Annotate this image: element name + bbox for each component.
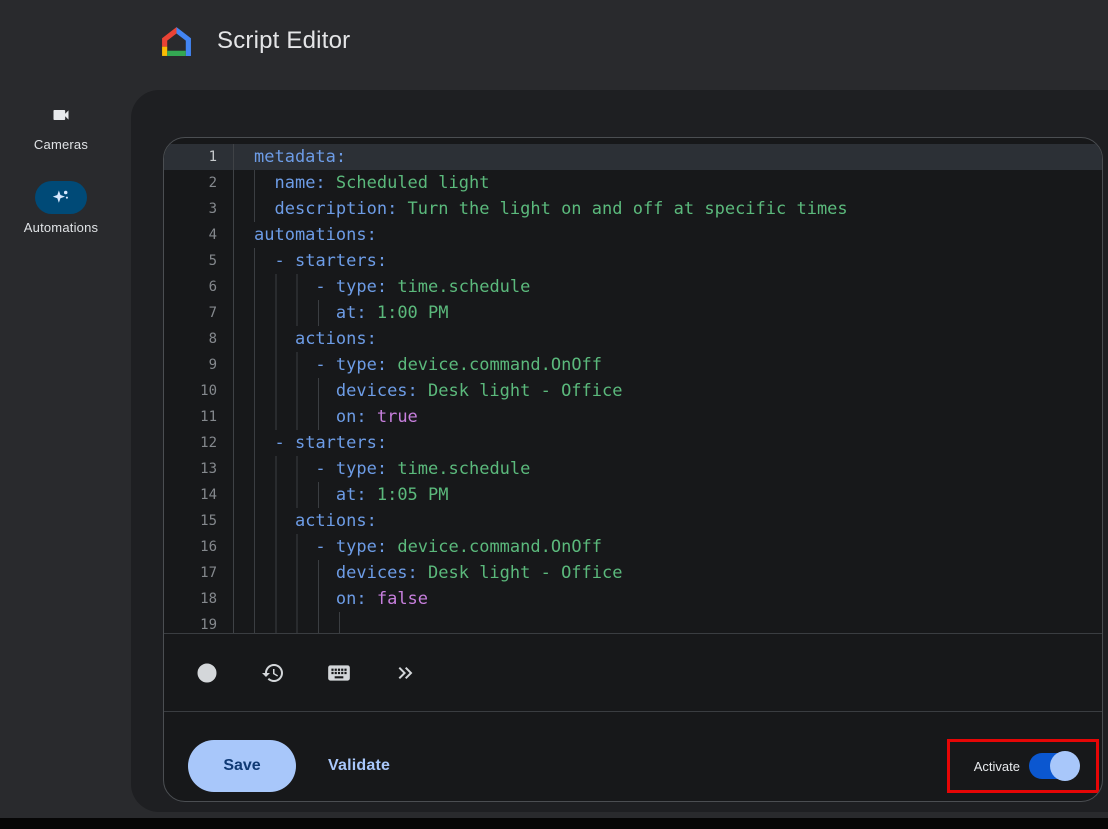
code-line-text: - type: time.schedule [234, 274, 530, 300]
code-line[interactable]: 19 [164, 612, 1102, 633]
line-number: 13 [164, 456, 234, 482]
line-number: 1 [164, 144, 234, 170]
activate-toggle[interactable] [1029, 753, 1079, 779]
line-number: 19 [164, 612, 234, 633]
history-icon [261, 661, 285, 685]
code-line-text: - type: device.command.OnOff [234, 352, 602, 378]
code-line-text: devices: Desk light - Office [234, 560, 622, 586]
sparkle-icon [51, 187, 72, 208]
sidebar-item-label: Cameras [34, 137, 88, 152]
sidebar-item-label: Automations [24, 220, 98, 235]
bottom-black-bar [0, 818, 1108, 829]
code-line-text: on: false [234, 586, 428, 612]
code-line[interactable]: 15 actions: [164, 508, 1102, 534]
code-line[interactable]: 3 description: Turn the light on and off… [164, 196, 1102, 222]
code-line[interactable]: 10 devices: Desk light - Office [164, 378, 1102, 404]
code-line-text: on: true [234, 404, 418, 430]
google-home-logo-icon [160, 25, 193, 58]
line-number: 11 [164, 404, 234, 430]
code-line-text: description: Turn the light on and off a… [234, 196, 848, 222]
activate-label: Activate [974, 759, 1020, 774]
code-line[interactable]: 5 - starters: [164, 248, 1102, 274]
main-panel: 1metadata:2 name: Scheduled light3 descr… [131, 90, 1108, 812]
code-line-text: metadata: [234, 144, 346, 170]
code-line[interactable]: 2 name: Scheduled light [164, 170, 1102, 196]
code-line[interactable]: 16 - type: device.command.OnOff [164, 534, 1102, 560]
videocam-icon [51, 105, 71, 125]
error-icon [195, 661, 219, 685]
code-line-text: - starters: [234, 248, 387, 274]
line-number: 10 [164, 378, 234, 404]
save-button[interactable]: Save [188, 740, 296, 792]
line-number: 6 [164, 274, 234, 300]
code-line[interactable]: 17 devices: Desk light - Office [164, 560, 1102, 586]
keyboard-button[interactable] [317, 651, 361, 695]
history-button[interactable] [251, 651, 295, 695]
code-line[interactable]: 13 - type: time.schedule [164, 456, 1102, 482]
code-line-text: name: Scheduled light [234, 170, 489, 196]
more-tools-button[interactable] [383, 651, 427, 695]
code-line-text: actions: [234, 326, 377, 352]
sidebar-item-automations[interactable]: Automations [0, 181, 122, 235]
line-number: 9 [164, 352, 234, 378]
annotation-highlight-box: Activate [947, 739, 1099, 793]
code-line[interactable]: 18 on: false [164, 586, 1102, 612]
page-title: Script Editor [217, 27, 350, 55]
code-line[interactable]: 6 - type: time.schedule [164, 274, 1102, 300]
code-line-text: automations: [234, 222, 377, 248]
sidebar-item-cameras[interactable]: Cameras [0, 98, 122, 152]
code-line[interactable]: 1metadata: [164, 144, 1102, 170]
code-line[interactable]: 12 - starters: [164, 430, 1102, 456]
toggle-knob [1050, 751, 1080, 781]
code-line-text [234, 612, 356, 633]
editor-toolbar [164, 634, 1102, 711]
line-number: 2 [164, 170, 234, 196]
code-area[interactable]: 1metadata:2 name: Scheduled light3 descr… [164, 138, 1102, 633]
line-number: 3 [164, 196, 234, 222]
line-number: 7 [164, 300, 234, 326]
app-header: Script Editor [0, 0, 1108, 90]
code-line[interactable]: 14 at: 1:05 PM [164, 482, 1102, 508]
code-line-text: - starters: [234, 430, 387, 456]
script-editor-card: 1metadata:2 name: Scheduled light3 descr… [163, 137, 1103, 802]
line-number: 5 [164, 248, 234, 274]
code-line[interactable]: 7 at: 1:00 PM [164, 300, 1102, 326]
line-number: 4 [164, 222, 234, 248]
line-number: 14 [164, 482, 234, 508]
code-line[interactable]: 8 actions: [164, 326, 1102, 352]
keyboard-icon [326, 660, 352, 686]
line-number: 17 [164, 560, 234, 586]
line-number: 18 [164, 586, 234, 612]
active-nav-pill [35, 181, 87, 214]
code-line[interactable]: 4automations: [164, 222, 1102, 248]
code-line[interactable]: 9 - type: device.command.OnOff [164, 352, 1102, 378]
more-tools-icon [393, 661, 417, 685]
line-number: 15 [164, 508, 234, 534]
validate-button[interactable]: Validate [328, 740, 390, 792]
line-number: 16 [164, 534, 234, 560]
code-line-text: at: 1:05 PM [234, 482, 449, 508]
action-bar: Save Validate Activate [164, 712, 1102, 801]
code-line[interactable]: 11 on: true [164, 404, 1102, 430]
code-line-text: - type: device.command.OnOff [234, 534, 602, 560]
code-line-text: at: 1:00 PM [234, 300, 449, 326]
sidebar: Cameras Automations [0, 90, 131, 235]
error-button[interactable] [185, 651, 229, 695]
code-line-text: actions: [234, 508, 377, 534]
line-number: 12 [164, 430, 234, 456]
code-line-text: devices: Desk light - Office [234, 378, 622, 404]
code-line-text: - type: time.schedule [234, 456, 530, 482]
line-number: 8 [164, 326, 234, 352]
